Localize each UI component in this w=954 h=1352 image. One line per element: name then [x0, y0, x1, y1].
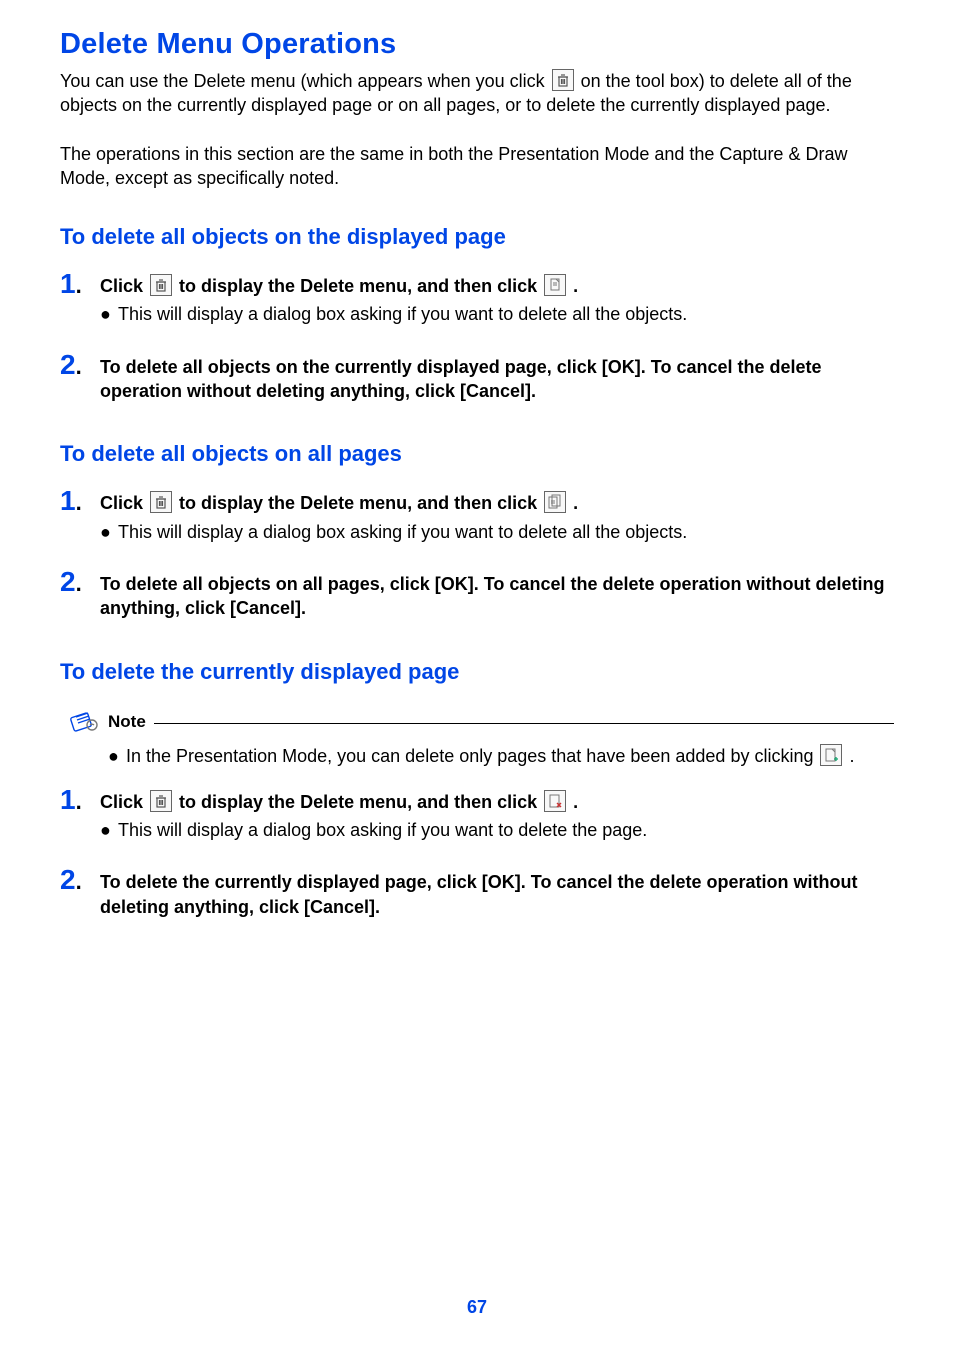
step-number: 2.	[60, 866, 100, 894]
note-header: Note	[66, 705, 894, 740]
text: Click	[100, 493, 148, 513]
step-1: 1. Click to display the Delete menu, and…	[60, 270, 894, 327]
trash-icon	[150, 790, 172, 812]
intro-paragraph-1: You can use the Delete menu (which appea…	[60, 69, 894, 118]
delete-all-pages-objects-icon	[544, 491, 566, 513]
intro-paragraph-2: The operations in this section are the s…	[60, 142, 894, 191]
note-icon	[66, 705, 108, 740]
text: In the Presentation Mode, you can delete…	[126, 744, 855, 768]
step-number: 2.	[60, 568, 100, 596]
note-rule-line	[154, 723, 894, 724]
delete-page-objects-icon	[544, 274, 566, 296]
note-bullet: ● In the Presentation Mode, you can dele…	[108, 744, 894, 768]
step-bullet: ● This will display a dialog box asking …	[100, 302, 894, 326]
bullet-dot-icon: ●	[100, 302, 118, 326]
text: .	[573, 276, 578, 296]
text: to display the Delete menu, and then cli…	[179, 276, 542, 296]
section-heading: To delete the currently displayed page	[60, 659, 894, 685]
section-heading: To delete all objects on all pages	[60, 441, 894, 467]
text: Click	[100, 276, 148, 296]
text: to display the Delete menu, and then cli…	[179, 792, 542, 812]
add-page-icon	[820, 744, 842, 766]
step-bullet: ● This will display a dialog box asking …	[100, 818, 894, 842]
text: In the Presentation Mode, you can delete…	[126, 746, 818, 766]
trash-icon	[150, 274, 172, 296]
text: .	[573, 493, 578, 513]
text: .	[573, 792, 578, 812]
trash-icon	[150, 491, 172, 513]
bullet-dot-icon: ●	[100, 818, 118, 842]
document-page: Delete Menu Operations You can use the D…	[0, 0, 954, 1352]
step-instruction: Click to display the Delete menu, and th…	[100, 790, 894, 814]
step-1: 1. Click to display the Delete menu, and…	[60, 786, 894, 843]
step-instruction: To delete all objects on all pages, clic…	[100, 572, 894, 621]
text: to display the Delete menu, and then cli…	[179, 493, 542, 513]
text: This will display a dialog box asking if…	[118, 520, 687, 544]
step-number: 1.	[60, 270, 100, 298]
step-2: 2. To delete all objects on the currentl…	[60, 351, 894, 404]
text: This will display a dialog box asking if…	[118, 818, 647, 842]
text: .	[850, 746, 855, 766]
bullet-dot-icon: ●	[100, 520, 118, 544]
text: This will display a dialog box asking if…	[118, 302, 687, 326]
step-instruction: Click to display the Delete menu, and th…	[100, 274, 894, 298]
delete-current-page-icon	[544, 790, 566, 812]
step-instruction: To delete the currently displayed page, …	[100, 870, 894, 919]
text: You can use the Delete menu (which appea…	[60, 71, 550, 91]
step-number: 1.	[60, 487, 100, 515]
section-heading: To delete all objects on the displayed p…	[60, 224, 894, 250]
step-2: 2. To delete the currently displayed pag…	[60, 866, 894, 919]
page-number: 67	[0, 1297, 954, 1318]
step-instruction: To delete all objects on the currently d…	[100, 355, 894, 404]
step-number: 1.	[60, 786, 100, 814]
note-label: Note	[108, 712, 154, 732]
text: Click	[100, 792, 148, 812]
trash-icon	[552, 69, 574, 91]
step-instruction: Click to display the Delete menu, and th…	[100, 491, 894, 515]
bullet-dot-icon: ●	[108, 744, 126, 768]
step-number: 2.	[60, 351, 100, 379]
step-bullet: ● This will display a dialog box asking …	[100, 520, 894, 544]
page-title: Delete Menu Operations	[60, 28, 894, 61]
step-1: 1. Click to display the Delete menu, and…	[60, 487, 894, 544]
step-2: 2. To delete all objects on all pages, c…	[60, 568, 894, 621]
